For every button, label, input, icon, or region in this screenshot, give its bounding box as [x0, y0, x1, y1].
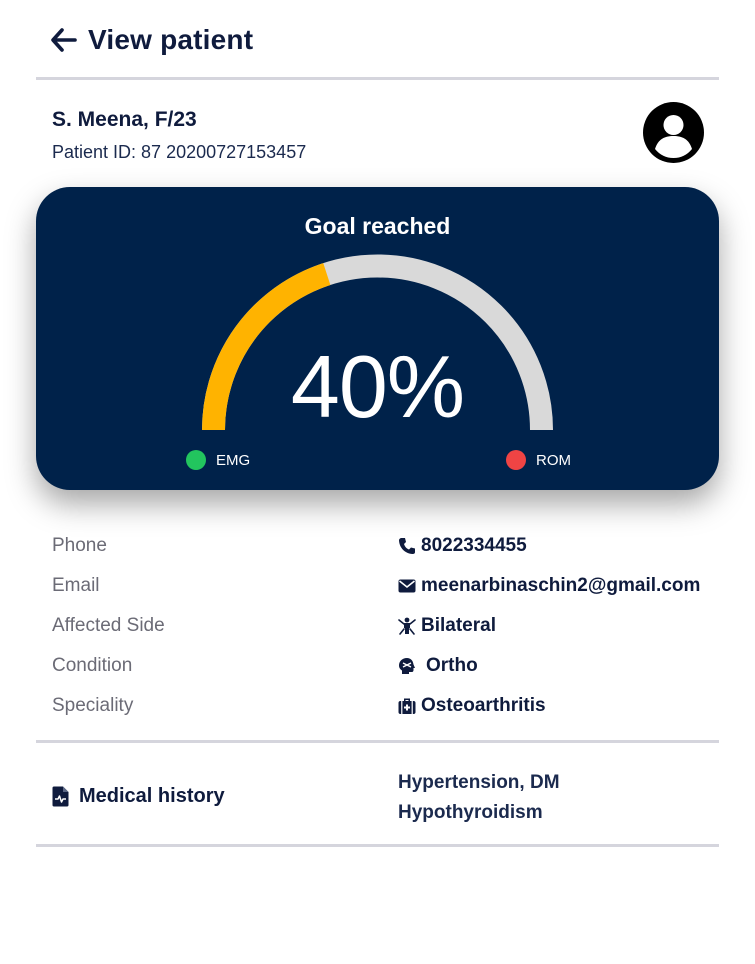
legend-rom: ROM	[506, 450, 571, 470]
detail-label: Speciality	[52, 695, 134, 716]
page-title: View patient	[88, 24, 254, 55]
detail-value: Ortho	[398, 655, 478, 677]
detail-row-speciality: Speciality Osteoarthritis	[52, 694, 712, 718]
legend-label-rom: ROM	[536, 451, 571, 469]
user-circle-icon[interactable]	[643, 102, 704, 163]
detail-value[interactable]: meenarbinaschin2@gmail.com	[398, 575, 700, 597]
head-injury-icon	[399, 658, 415, 674]
header-divider	[36, 77, 719, 80]
bottom-divider	[36, 844, 719, 847]
detail-value[interactable]: 8022334455	[398, 535, 527, 557]
detail-row-condition: Condition Ortho	[52, 654, 712, 678]
detail-row-email: Email meenarbinaschin2@gmail.com	[52, 574, 712, 598]
medical-history: Medical history Hypertension, DM Hypothy…	[52, 768, 712, 828]
goal-title: Goal reached	[304, 213, 451, 239]
medkit-icon	[398, 698, 416, 714]
phone-icon	[399, 538, 415, 554]
medical-history-line: Hypertension, DM	[398, 772, 560, 793]
patient-name: S. Meena, F/23	[52, 108, 197, 131]
detail-label: Phone	[52, 535, 107, 556]
header: View patient	[50, 22, 253, 58]
speciality-value: Osteoarthritis	[421, 695, 546, 716]
condition-value: Ortho	[426, 655, 478, 676]
phone-value: 8022334455	[421, 535, 527, 556]
file-medical-icon	[52, 786, 69, 806]
envelope-icon	[398, 579, 416, 593]
detail-label: Affected Side	[52, 615, 165, 636]
detail-value: Osteoarthritis	[398, 695, 546, 717]
medical-history-line: Hypothyroidism	[398, 802, 543, 823]
email-value: meenarbinaschin2@gmail.com	[421, 575, 701, 596]
details-divider	[36, 740, 719, 743]
medical-history-values: Hypertension, DM Hypothyroidism	[398, 768, 560, 828]
detail-label: Condition	[52, 655, 133, 676]
person-bilateral-icon	[398, 617, 416, 635]
medical-history-label: Medical history	[79, 784, 225, 807]
medical-history-label-group: Medical history	[52, 768, 398, 824]
legend-dot-rom	[506, 450, 526, 470]
detail-row-affected-side: Affected Side Bilateral	[52, 614, 712, 638]
detail-value: Bilateral	[398, 615, 496, 637]
detail-label: Email	[52, 575, 100, 596]
detail-row-phone: Phone 8022334455	[52, 534, 712, 558]
legend-label-emg: EMG	[216, 451, 251, 469]
arrow-left-icon[interactable]	[50, 26, 78, 54]
legend-dot-emg	[186, 450, 206, 470]
goal-card: Goal reached 40% EMG ROM	[36, 187, 719, 490]
patient-id: Patient ID: 87 20200727153457	[52, 142, 307, 162]
legend-emg: EMG	[186, 450, 250, 470]
affected-side-value: Bilateral	[421, 615, 496, 636]
goal-percentage: 40%	[290, 337, 465, 436]
